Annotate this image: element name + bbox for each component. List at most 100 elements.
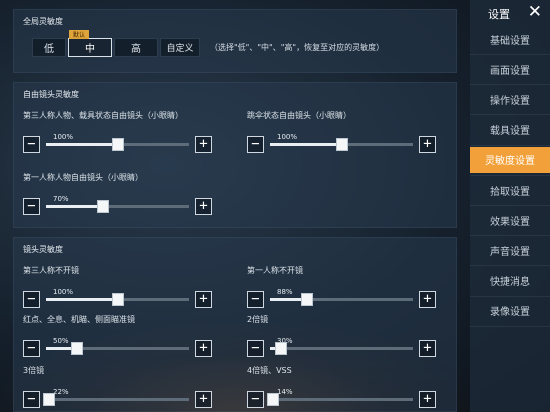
increase-button[interactable]: +	[419, 391, 436, 408]
increase-button[interactable]: +	[195, 291, 212, 308]
preset-low-button[interactable]: 低	[32, 38, 66, 57]
preset-custom-button[interactable]: 自定义	[160, 38, 200, 57]
increase-button[interactable]: +	[195, 136, 212, 153]
slider-group: 第三人称人物、载具状态自由镜头（小眼睛） 100% − +	[23, 110, 213, 160]
slider-handle[interactable]	[97, 200, 110, 213]
slider-label: 第三人称人物、载具状态自由镜头（小眼睛）	[23, 111, 183, 120]
decrease-button[interactable]: −	[247, 391, 264, 408]
sidebar-item-quick-chat[interactable]: 快捷消息	[470, 268, 550, 294]
sidebar-divider	[470, 144, 550, 146]
decrease-button[interactable]: −	[247, 340, 264, 357]
slider-label: 第一人称不开镜	[247, 266, 303, 275]
sidebar-item-pickup[interactable]: 拾取设置	[470, 177, 550, 203]
preset-medium-label: 中	[85, 44, 95, 55]
decrease-button[interactable]: −	[247, 136, 264, 153]
slider-fill	[46, 205, 104, 208]
slider-track[interactable]	[42, 393, 189, 406]
sidebar-item-basic[interactable]: 基础设置	[470, 26, 550, 52]
sidebar-item-sensitivity[interactable]: 灵敏度设置	[470, 146, 550, 173]
sidebar-divider	[470, 114, 550, 116]
increase-button[interactable]: +	[195, 391, 212, 408]
decrease-button[interactable]: −	[23, 340, 40, 357]
sidebar-item-graphics[interactable]: 画面设置	[470, 56, 550, 82]
slider-label: 跳伞状态自由镜头（小眼睛）	[247, 111, 351, 120]
slider-value: 22%	[53, 388, 69, 396]
sidebar-divider	[470, 174, 550, 176]
settings-sidebar: 设置 ✕ 基础设置画面设置操作设置载具设置灵敏度设置拾取设置效果设置声音设置快捷…	[470, 0, 550, 412]
slider-track[interactable]	[46, 200, 189, 213]
slider-track[interactable]	[46, 138, 189, 151]
slider-group: 3倍镜 22% − +	[23, 365, 213, 412]
sidebar-divider	[470, 325, 550, 327]
preset-hint: （选择"低"、"中"、"高"，恢复至对应的灵敏度）	[210, 43, 385, 52]
sidebar-item-replay[interactable]: 录像设置	[470, 298, 550, 324]
slider-label: 第一人称人物自由镜头（小眼睛）	[23, 173, 143, 182]
sidebar-divider	[470, 265, 550, 267]
slider-label: 3倍镜	[23, 366, 45, 375]
slider-handle[interactable]	[111, 138, 124, 151]
slider-handle[interactable]	[301, 293, 314, 306]
slider-value: 100%	[277, 133, 298, 141]
slider-track[interactable]	[270, 138, 413, 151]
slider-value: 70%	[53, 195, 69, 203]
sidebar-divider	[470, 295, 550, 297]
free-camera-title: 自由镜头灵敏度	[23, 90, 79, 99]
slider-fill	[46, 298, 118, 301]
increase-button[interactable]: +	[419, 136, 436, 153]
increase-button[interactable]: +	[195, 198, 212, 215]
decrease-button[interactable]: −	[23, 198, 40, 215]
slider-fill	[270, 143, 342, 146]
increase-button[interactable]: +	[419, 340, 436, 357]
sidebar-item-controls[interactable]: 操作设置	[470, 86, 550, 112]
sidebar-divider	[470, 205, 550, 206]
slider-label: 4倍镜、VSS	[247, 366, 292, 375]
slider-handle[interactable]	[335, 138, 348, 151]
sidebar-title: 设置	[488, 8, 510, 21]
slider-label: 第三人称不开镜	[23, 266, 79, 275]
slider-track[interactable]	[46, 342, 189, 355]
sidebar-header: 设置 ✕	[470, 0, 550, 26]
slider-label: 2倍镜	[247, 315, 269, 324]
slider-track[interactable]	[46, 293, 189, 306]
sensitivity-preset-selector: 低 默认 中 高 自定义	[32, 30, 202, 57]
lens-sensitivity-title: 镜头灵敏度	[23, 245, 63, 254]
decrease-button[interactable]: −	[23, 291, 40, 308]
slider-group: 2倍镜 30% − +	[247, 314, 437, 364]
preset-medium-button[interactable]: 默认 中	[68, 30, 112, 57]
slider-handle[interactable]	[42, 393, 55, 406]
global-sensitivity-title: 全局灵敏度	[23, 17, 63, 26]
slider-group: 第一人称不开镜 88% − +	[247, 265, 437, 315]
slider-value: 50%	[53, 337, 69, 345]
slider-value: 100%	[53, 133, 74, 141]
settings-content: 全局灵敏度 低 默认 中 高 自定义 （选择"低"、"中"、"高"，恢复至对应的…	[0, 0, 470, 412]
sidebar-item-audio[interactable]: 声音设置	[470, 237, 550, 263]
preset-high-button[interactable]: 高	[114, 38, 158, 57]
decrease-button[interactable]: −	[23, 391, 40, 408]
slider-group: 跳伞状态自由镜头（小眼睛） 100% − +	[247, 110, 437, 160]
sidebar-item-effects[interactable]: 效果设置	[470, 207, 550, 233]
sidebar-divider	[470, 235, 550, 237]
slider-handle[interactable]	[111, 293, 124, 306]
decrease-button[interactable]: −	[23, 136, 40, 153]
sidebar-item-vehicle[interactable]: 载具设置	[470, 117, 550, 143]
increase-button[interactable]: +	[419, 291, 436, 308]
slider-group: 4倍镜、VSS 14% − +	[247, 365, 437, 412]
slider-value: 88%	[277, 288, 293, 296]
slider-value: 14%	[277, 388, 293, 396]
slider-value: 100%	[53, 288, 74, 296]
sidebar-divider	[470, 54, 550, 55]
default-badge: 默认	[69, 30, 89, 39]
slider-track[interactable]	[270, 342, 413, 355]
decrease-button[interactable]: −	[247, 291, 264, 308]
slider-group: 第一人称人物自由镜头（小眼睛） 70% − +	[23, 172, 213, 222]
slider-handle[interactable]	[275, 342, 288, 355]
slider-handle[interactable]	[266, 393, 279, 406]
close-icon[interactable]: ✕	[528, 3, 542, 21]
slider-group: 红点、全息、机瞄、侧面瞄准镜 50% − +	[23, 314, 213, 364]
slider-group: 第三人称不开镜 100% − +	[23, 265, 213, 315]
slider-fill	[46, 143, 118, 146]
slider-track[interactable]	[270, 293, 413, 306]
slider-handle[interactable]	[71, 342, 84, 355]
slider-track[interactable]	[266, 393, 413, 406]
increase-button[interactable]: +	[195, 340, 212, 357]
